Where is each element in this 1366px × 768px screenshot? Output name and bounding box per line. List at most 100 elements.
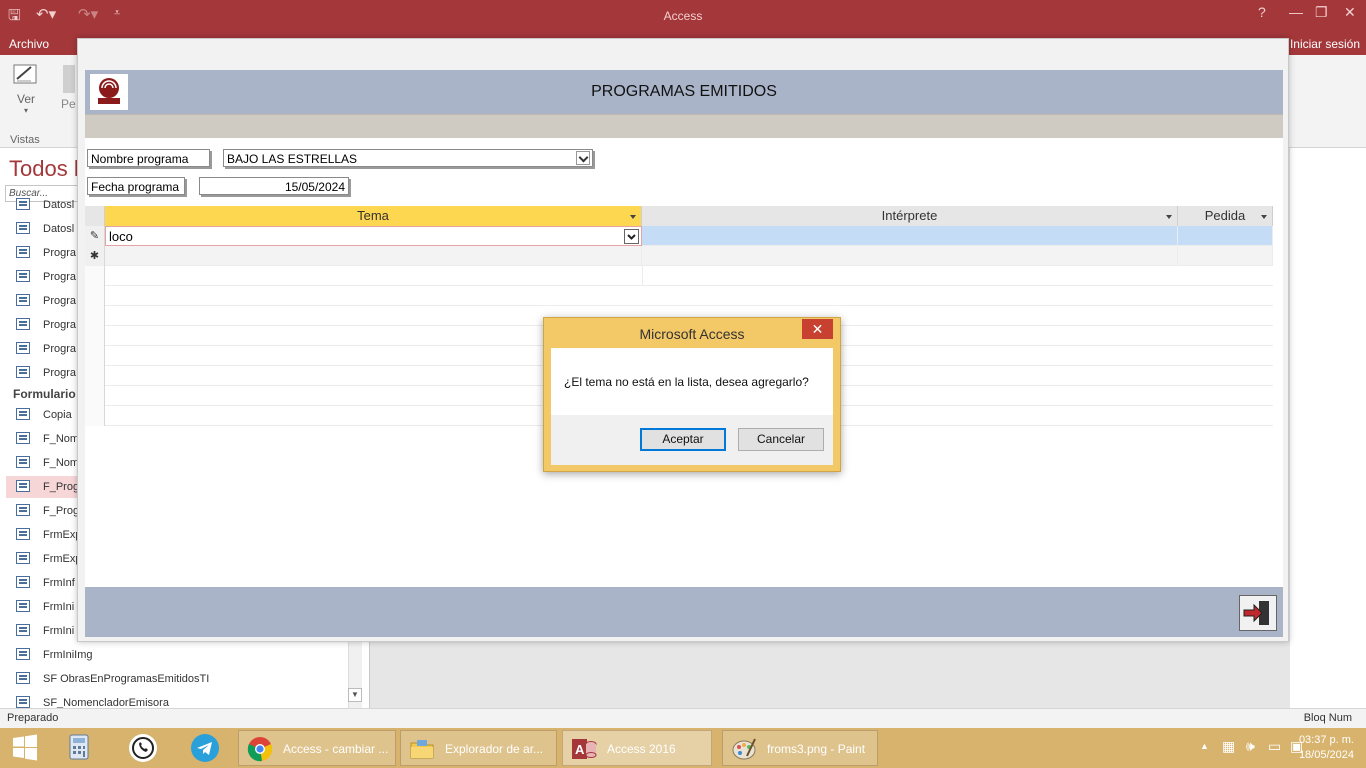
view-button[interactable]: Ver ▾ <box>8 61 44 115</box>
program-name-value: BAJO LAS ESTRELLAS <box>227 152 358 166</box>
sort-arrow-icon[interactable] <box>1261 215 1267 219</box>
message-dialog: Microsoft Access ✕ ¿El tema no está en l… <box>543 317 841 472</box>
tema-cell[interactable] <box>105 246 642 266</box>
status-text: Preparado <box>7 712 59 724</box>
sort-arrow-icon[interactable] <box>630 215 636 219</box>
help-icon[interactable]: ? <box>1258 4 1266 20</box>
clock[interactable]: 03:37 p. m. 18/05/2024 <box>1299 733 1354 763</box>
dialog-title: Microsoft Access <box>639 326 745 342</box>
pedida-cell[interactable] <box>1178 226 1273 246</box>
row-selector[interactable]: ✱ <box>85 246 105 266</box>
tab-file[interactable]: Archivo <box>9 37 49 51</box>
table-row: ✎ loco <box>85 226 1273 246</box>
form-icon <box>16 432 30 444</box>
nav-pane-title[interactable]: Todos l <box>9 156 79 182</box>
column-header-tema[interactable]: Tema <box>105 206 642 226</box>
network-icon[interactable]: ▦ <box>1222 738 1235 755</box>
cancel-button[interactable]: Cancelar <box>738 428 824 451</box>
dialog-body: ¿El tema no está en la lista, desea agre… <box>551 348 833 465</box>
views-group-label: Vistas <box>10 134 40 146</box>
start-windows-icon[interactable] <box>10 732 42 764</box>
query-icon <box>16 222 30 234</box>
taskbar-app-chrome[interactable]: Access - cambiar ... <box>238 730 396 766</box>
calculator-icon[interactable] <box>64 732 96 764</box>
form-icon <box>16 504 30 516</box>
taskbar-app-paint[interactable]: froms3.png - Paint <box>722 730 878 766</box>
paste-icon[interactable] <box>63 65 75 93</box>
dialog-close-button[interactable]: ✕ <box>802 319 833 339</box>
new-row: ✱ <box>85 246 1273 266</box>
query-icon <box>16 246 30 258</box>
query-icon <box>16 366 30 378</box>
tema-dropdown-button[interactable] <box>624 229 639 244</box>
nav-item-form[interactable]: FrmIniImg <box>6 644 348 666</box>
nav-group-forms[interactable]: Formulario <box>13 387 76 401</box>
show-hidden-icons-icon[interactable]: ▲ <box>1200 741 1209 751</box>
sign-in-link[interactable]: Iniciar sesión <box>1290 37 1360 51</box>
form-icon <box>16 648 30 660</box>
row-selector[interactable]: ✎ <box>85 226 105 246</box>
nav-item-form[interactable]: SF ObrasEnProgramasEmitidosTI <box>6 668 348 690</box>
query-icon <box>16 342 30 354</box>
query-icon <box>16 294 30 306</box>
tema-cell[interactable]: loco <box>105 226 642 246</box>
restore-icon[interactable]: ❐ <box>1315 4 1328 21</box>
form-icon <box>16 480 30 492</box>
scroll-down-arrow-icon[interactable]: ▼ <box>348 688 362 702</box>
volume-icon[interactable]: 🕪 <box>1246 738 1255 755</box>
access-icon: A <box>571 736 597 762</box>
close-icon[interactable]: ✕ <box>1344 4 1356 21</box>
chevron-down-icon[interactable] <box>576 151 590 165</box>
status-bar: Preparado Bloq Num <box>0 708 1366 728</box>
app-title: Access <box>663 9 703 23</box>
svg-text:A: A <box>575 742 585 757</box>
empty-row <box>85 286 1273 306</box>
form-title: PROGRAMAS EMITIDOS <box>591 83 777 100</box>
form-icon <box>16 672 30 684</box>
tema-value: loco <box>109 229 133 244</box>
pedida-cell[interactable] <box>1178 246 1273 266</box>
interprete-cell[interactable] <box>642 246 1178 266</box>
exit-door-icon <box>1243 601 1269 625</box>
display-icon[interactable]: ▭ <box>1268 738 1281 755</box>
program-name-combo[interactable]: BAJO LAS ESTRELLAS <box>223 149 593 167</box>
select-all-corner[interactable] <box>85 206 105 226</box>
column-header-pedida[interactable]: Pedida <box>1178 206 1273 226</box>
form-icon <box>16 456 30 468</box>
paste-label: Pe <box>61 97 76 111</box>
program-date-label: Fecha programa <box>87 177 185 195</box>
query-icon <box>16 198 30 210</box>
form-icon <box>16 696 30 708</box>
form-section-band <box>85 114 1283 138</box>
edit-pencil-icon: ✎ <box>89 230 100 242</box>
form-icon <box>16 600 30 612</box>
sort-arrow-icon[interactable] <box>1166 215 1172 219</box>
telegram-icon[interactable] <box>189 732 221 764</box>
paint-icon <box>731 736 757 762</box>
minimize-icon[interactable]: — <box>1289 4 1303 20</box>
new-record-icon: ✱ <box>89 250 100 262</box>
exit-button[interactable] <box>1239 595 1277 631</box>
num-lock-indicator: Bloq Num <box>1303 712 1352 724</box>
form-icon <box>16 552 30 564</box>
empty-row <box>85 266 1273 286</box>
chrome-icon <box>247 736 273 762</box>
accept-button[interactable]: Aceptar <box>640 428 726 451</box>
nav-item-form[interactable]: SF_NomencladorEmisora <box>6 692 348 708</box>
taskbar: Access - cambiar ... Explorador de ar...… <box>0 728 1366 768</box>
taskbar-app-access[interactable]: A Access 2016 <box>562 730 712 766</box>
query-icon <box>16 318 30 330</box>
dialog-button-bar: Aceptar Cancelar <box>551 415 833 465</box>
form-icon <box>16 624 30 636</box>
whatsapp-icon[interactable] <box>127 732 159 764</box>
taskbar-app-explorer[interactable]: Explorador de ar... <box>400 730 557 766</box>
form-footer <box>85 587 1283 637</box>
program-name-label: Nombre programa <box>87 149 210 167</box>
program-date-field[interactable]: 15/05/2024 <box>199 177 349 195</box>
interprete-cell[interactable] <box>642 226 1178 246</box>
form-icon <box>16 528 30 540</box>
column-header-interprete[interactable]: Intérprete <box>642 206 1178 226</box>
view-label: Ver <box>16 92 35 106</box>
clock-date: 18/05/2024 <box>1298 749 1354 761</box>
form-icon <box>16 576 30 588</box>
